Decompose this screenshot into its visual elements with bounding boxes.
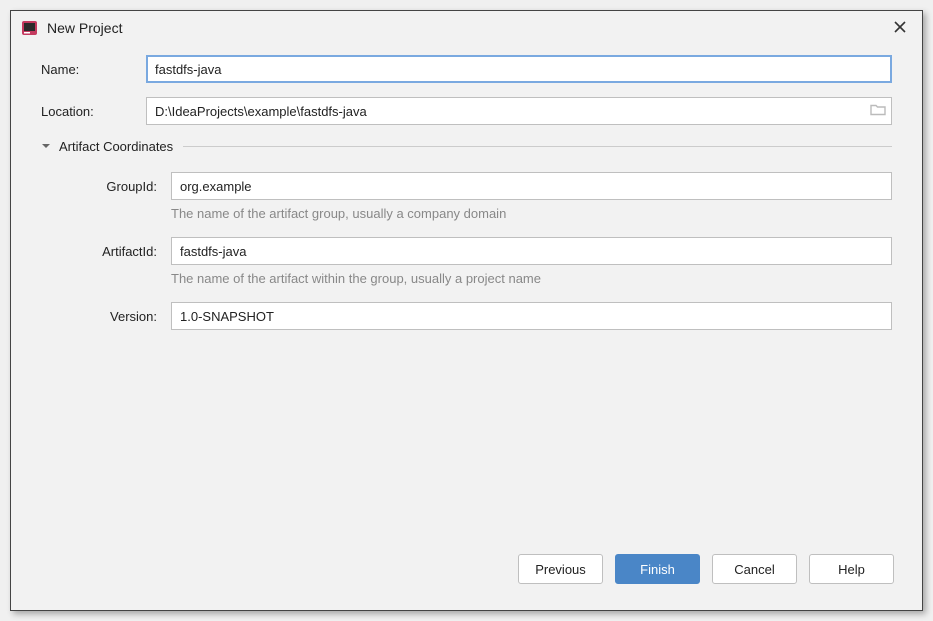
- dialog-buttons: Previous Finish Cancel Help: [11, 544, 922, 610]
- artifactid-hint: The name of the artifact within the grou…: [171, 271, 892, 286]
- location-input[interactable]: [146, 97, 892, 125]
- groupid-input[interactable]: [171, 172, 892, 200]
- location-input-wrap: [146, 97, 892, 125]
- artifact-coordinates-title: Artifact Coordinates: [59, 139, 173, 154]
- version-input-wrap: [171, 302, 892, 330]
- version-input[interactable]: [171, 302, 892, 330]
- help-button[interactable]: Help: [809, 554, 894, 584]
- chevron-down-icon: [41, 139, 51, 154]
- dialog-content: Name: Location: Artifact: [11, 45, 922, 544]
- name-input-wrap: [146, 55, 892, 83]
- new-project-dialog: New Project Name: Location:: [10, 10, 923, 611]
- name-input[interactable]: [146, 55, 892, 83]
- previous-button[interactable]: Previous: [518, 554, 603, 584]
- cancel-button[interactable]: Cancel: [712, 554, 797, 584]
- dialog-title: New Project: [47, 20, 888, 36]
- groupid-label: GroupId:: [41, 179, 171, 194]
- close-icon[interactable]: [888, 18, 912, 39]
- artifactid-input-wrap: [171, 237, 892, 265]
- app-icon: [21, 19, 39, 37]
- name-label: Name:: [41, 62, 146, 77]
- groupid-row: GroupId:: [41, 172, 892, 200]
- artifactid-label: ArtifactId:: [41, 244, 171, 259]
- groupid-input-wrap: [171, 172, 892, 200]
- artifact-coordinates-body: GroupId: The name of the artifact group,…: [41, 172, 892, 330]
- titlebar: New Project: [11, 11, 922, 45]
- location-row: Location:: [41, 97, 892, 125]
- location-label: Location:: [41, 104, 146, 119]
- groupid-hint: The name of the artifact group, usually …: [171, 206, 892, 221]
- section-divider: [183, 146, 892, 147]
- artifactid-row: ArtifactId:: [41, 237, 892, 265]
- version-row: Version:: [41, 302, 892, 330]
- version-label: Version:: [41, 309, 171, 324]
- artifact-coordinates-toggle[interactable]: Artifact Coordinates: [41, 139, 892, 154]
- name-row: Name:: [41, 55, 892, 83]
- artifactid-input[interactable]: [171, 237, 892, 265]
- finish-button[interactable]: Finish: [615, 554, 700, 584]
- browse-folder-icon[interactable]: [870, 103, 886, 120]
